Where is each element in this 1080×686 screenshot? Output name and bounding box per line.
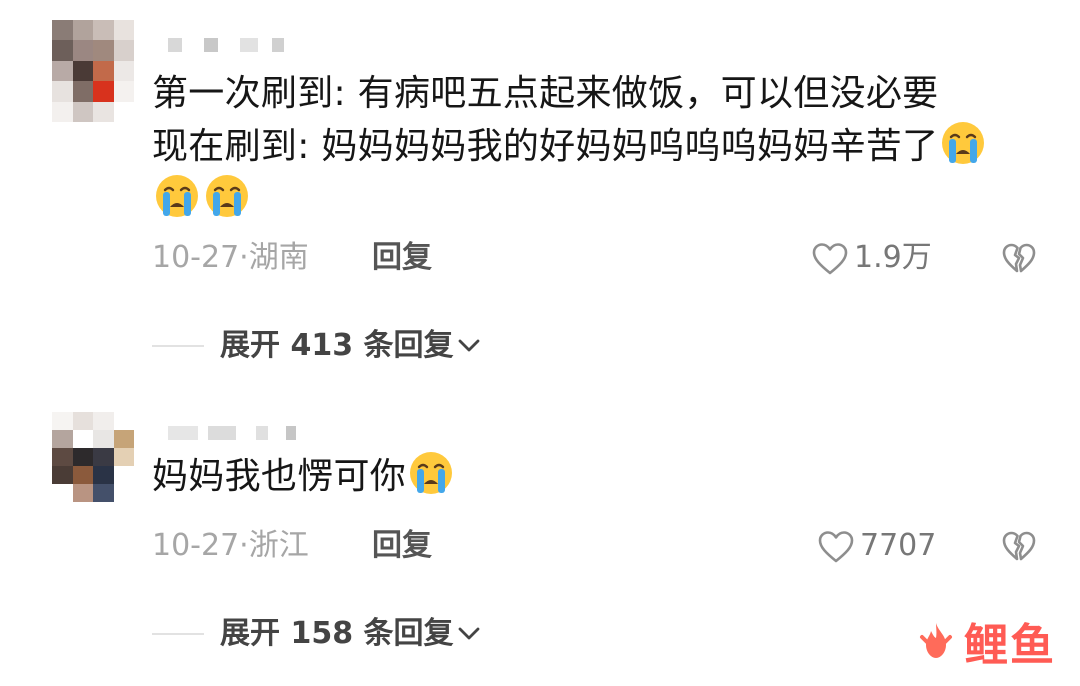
watermark-text: 鲤鱼 <box>964 620 1056 671</box>
watermark-logo: 鲤鱼 <box>914 620 1056 672</box>
comment-date-location: 10-27·湖南 <box>152 240 309 275</box>
comment-meta: 10-27·浙江 回复 7707 <box>152 524 1052 568</box>
loudly-crying-face-icon <box>408 450 454 496</box>
broken-heart-icon[interactable] <box>1002 530 1036 564</box>
loudly-crying-face-icon <box>940 120 986 166</box>
chevron-down-icon <box>458 338 480 354</box>
reply-button[interactable]: 回复 <box>372 524 432 568</box>
like-count: 1.9万 <box>854 240 932 275</box>
comment-text: 第一次刷到: 有病吧五点起来做饭，可以但没必要 现在刷到: 妈妈妈妈我的好妈妈呜… <box>152 68 1042 226</box>
reply-button[interactable]: 回复 <box>372 236 432 280</box>
expand-replies-label: 展开 413 条回复 <box>220 328 454 363</box>
heart-outline-icon[interactable] <box>812 242 848 276</box>
username-blurred[interactable] <box>168 426 308 440</box>
chevron-down-icon <box>458 626 480 642</box>
avatar[interactable] <box>52 20 134 122</box>
comment-line: 第一次刷到: 有病吧五点起来做饭，可以但没必要 <box>152 73 939 114</box>
comment-line <box>152 173 1042 226</box>
divider-line <box>152 633 204 635</box>
comment-item: 第一次刷到: 有病吧五点起来做饭，可以但没必要 现在刷到: 妈妈妈妈我的好妈妈呜… <box>0 0 1080 390</box>
comment-text: 妈妈我也愣可你 <box>152 450 1042 503</box>
fire-icon <box>914 619 958 673</box>
like-count: 7707 <box>860 528 937 563</box>
loudly-crying-face-icon <box>154 173 200 219</box>
divider-line <box>152 345 204 347</box>
loudly-crying-face-icon <box>204 173 250 219</box>
expand-replies-label: 展开 158 条回复 <box>220 616 454 651</box>
broken-heart-icon[interactable] <box>1002 242 1036 276</box>
heart-outline-icon[interactable] <box>818 530 854 564</box>
comment-meta: 10-27·湖南 回复 1.9万 <box>152 236 1052 280</box>
username-blurred[interactable] <box>168 38 308 52</box>
comment-line: 现在刷到: 妈妈妈妈我的好妈妈呜呜呜妈妈辛苦了 <box>152 120 1042 173</box>
comment-line: 妈妈我也愣可你 <box>152 450 1042 503</box>
expand-replies-button[interactable]: 展开 158 条回复 <box>152 612 552 656</box>
avatar[interactable] <box>52 412 134 502</box>
comment-date-location: 10-27·浙江 <box>152 528 309 563</box>
expand-replies-button[interactable]: 展开 413 条回复 <box>152 324 552 368</box>
comment-thread: 第一次刷到: 有病吧五点起来做饭，可以但没必要 现在刷到: 妈妈妈妈我的好妈妈呜… <box>0 0 1080 686</box>
